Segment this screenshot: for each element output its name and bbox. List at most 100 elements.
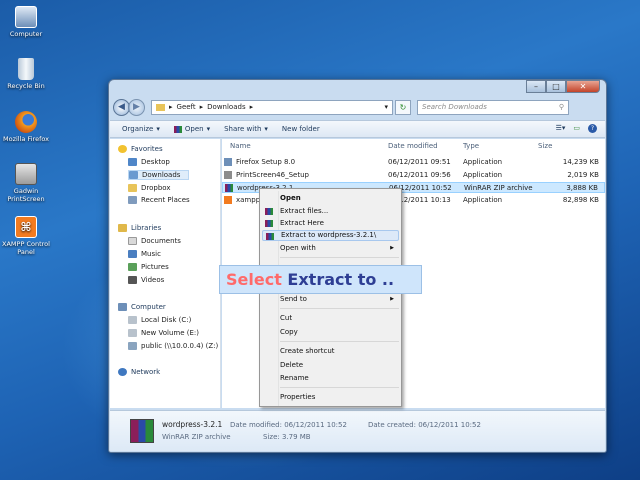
organize-button[interactable]: Organize ▾ bbox=[122, 125, 160, 133]
column-header-size[interactable]: Size bbox=[538, 142, 552, 150]
column-header-date[interactable]: Date modified bbox=[388, 142, 438, 150]
minimize-button[interactable]: – bbox=[526, 80, 546, 93]
nav-label: Network bbox=[131, 368, 161, 376]
file-name: xampp bbox=[236, 196, 261, 204]
desktop-icon-xampp[interactable]: ⌘ XAMPP Control Panel bbox=[2, 216, 50, 256]
view-options-icon[interactable]: ☰▾ bbox=[556, 124, 566, 133]
menu-item-extract-files[interactable]: Extract files... bbox=[262, 206, 399, 217]
desktop-icon-printscreen[interactable]: Gadwin PrintScreen bbox=[2, 163, 50, 203]
nav-dropbox[interactable]: Dropbox bbox=[128, 184, 171, 192]
nav-label: Videos bbox=[141, 276, 165, 284]
new-folder-button[interactable]: New folder bbox=[282, 125, 320, 133]
nav-new-volume[interactable]: New Volume (E:) bbox=[128, 329, 199, 337]
xampp-icon bbox=[224, 196, 232, 204]
file-type: WinRAR ZIP archive bbox=[464, 184, 533, 192]
file-type: Application bbox=[463, 171, 503, 179]
nav-label: Local Disk (C:) bbox=[141, 316, 192, 324]
rar-archive-icon bbox=[225, 184, 233, 192]
close-button[interactable]: ✕ bbox=[566, 80, 600, 93]
nav-label: Favorites bbox=[131, 145, 163, 153]
search-input[interactable]: Search Downloads ⚲ bbox=[417, 99, 569, 115]
desktop-icon bbox=[128, 158, 137, 166]
nav-label: public (\\10.0.0.4) (Z:) bbox=[141, 342, 219, 350]
desktop-icon-recycle-bin[interactable]: Recycle Bin bbox=[2, 58, 50, 90]
nav-favorites[interactable]: Favorites bbox=[118, 145, 163, 153]
network-drive-icon bbox=[128, 342, 137, 350]
chevron-down-icon[interactable]: ▾ bbox=[384, 103, 388, 111]
rar-icon bbox=[173, 125, 182, 133]
menu-item-copy[interactable]: Copy bbox=[262, 327, 399, 338]
details-size: Size: 3.79 MB bbox=[263, 433, 311, 441]
nav-label: Libraries bbox=[131, 224, 162, 232]
open-button[interactable]: Open ▾ bbox=[173, 125, 210, 133]
share-with-button[interactable]: Share with ▾ bbox=[224, 125, 268, 133]
downloads-icon bbox=[129, 171, 138, 179]
maximize-button[interactable]: □ bbox=[546, 80, 566, 93]
details-date-created: Date created: 06/12/2011 10:52 bbox=[368, 421, 481, 429]
nav-documents[interactable]: Documents bbox=[128, 237, 181, 245]
column-header-name[interactable]: Name bbox=[230, 142, 251, 150]
refresh-button[interactable]: ↻ bbox=[395, 99, 411, 115]
desktop-icon-label: Gadwin PrintScreen bbox=[7, 187, 45, 203]
drive-icon bbox=[128, 329, 137, 337]
file-row[interactable]: Firefox Setup 8.0 06/12/2011 09:51 Appli… bbox=[222, 157, 605, 168]
menu-item-extract-here[interactable]: Extract Here bbox=[262, 218, 399, 229]
menu-separator bbox=[280, 387, 399, 388]
menu-item-rename[interactable]: Rename bbox=[262, 373, 399, 384]
menu-label: Send to bbox=[280, 295, 307, 303]
menu-item-cut[interactable]: Cut bbox=[262, 313, 399, 324]
file-row[interactable]: PrintScreen46_Setup 06/12/2011 09:56 App… bbox=[222, 170, 605, 181]
search-icon: ⚲ bbox=[558, 103, 564, 111]
menu-item-extract-to[interactable]: Extract to wordpress-3.2.1\ bbox=[262, 230, 399, 241]
nav-music[interactable]: Music bbox=[128, 250, 161, 258]
chevron-down-icon: ▾ bbox=[264, 125, 268, 133]
menu-item-delete[interactable]: Delete bbox=[262, 360, 399, 371]
nav-videos[interactable]: Videos bbox=[128, 276, 164, 284]
address-bar[interactable]: ▸ Geeft ▸ Downloads ▸ ▾ bbox=[151, 99, 393, 115]
nav-label: Desktop bbox=[141, 158, 170, 166]
menu-item-send-to[interactable]: Send to ▶ bbox=[262, 294, 399, 305]
documents-icon bbox=[128, 237, 137, 245]
desktop-icon-computer[interactable]: Computer bbox=[2, 6, 50, 38]
nav-computer[interactable]: Computer bbox=[118, 303, 166, 311]
caption-text: Extract to .. bbox=[281, 270, 395, 289]
recent-places-icon bbox=[128, 196, 137, 204]
view-controls: ☰▾ ▭ ? bbox=[556, 124, 597, 133]
menu-item-open[interactable]: Open bbox=[262, 193, 399, 204]
nav-local-disk[interactable]: Local Disk (C:) bbox=[128, 316, 191, 324]
libraries-icon bbox=[118, 224, 127, 232]
organize-label: Organize bbox=[122, 125, 154, 133]
menu-label: Extract files... bbox=[280, 207, 329, 215]
command-bar: Organize ▾ Open ▾ Share with ▾ New folder ☰… bbox=[110, 120, 605, 138]
nav-desktop[interactable]: Desktop bbox=[128, 158, 170, 166]
nav-label: Music bbox=[141, 250, 161, 258]
open-label: Open bbox=[184, 125, 204, 133]
menu-item-create-shortcut[interactable]: Create shortcut bbox=[262, 346, 399, 357]
music-icon bbox=[128, 250, 137, 258]
nav-recent-places[interactable]: Recent Places bbox=[128, 196, 190, 204]
nav-public-share[interactable]: public (\\10.0.0.4) (Z:) bbox=[128, 342, 218, 350]
menu-item-properties[interactable]: Properties bbox=[262, 392, 399, 403]
forward-button[interactable]: ▶ bbox=[128, 98, 145, 116]
nav-downloads[interactable]: Downloads bbox=[128, 170, 190, 180]
details-filename: wordpress-3.2.1 bbox=[162, 420, 223, 429]
file-name: Firefox Setup 8.0 bbox=[236, 158, 296, 166]
preview-pane-icon[interactable]: ▭ bbox=[573, 124, 580, 133]
drive-icon bbox=[128, 316, 137, 324]
help-icon[interactable]: ? bbox=[588, 124, 597, 133]
desktop-icon-firefox[interactable]: Mozilla Firefox bbox=[2, 111, 50, 143]
menu-item-open-with[interactable]: Open with ▶ bbox=[262, 243, 399, 254]
nav-libraries[interactable]: Libraries bbox=[118, 224, 161, 232]
star-icon bbox=[118, 145, 127, 153]
column-header-type[interactable]: Type bbox=[463, 142, 479, 150]
nav-pictures[interactable]: Pictures bbox=[128, 263, 169, 271]
chevron-right-icon: ▸ bbox=[249, 103, 254, 111]
breadcrumb-item[interactable]: Geeft bbox=[177, 103, 196, 111]
nav-network[interactable]: Network bbox=[118, 368, 160, 376]
rar-icon bbox=[265, 220, 273, 227]
breadcrumb-item[interactable]: Downloads bbox=[207, 103, 245, 111]
menu-label: Rename bbox=[280, 374, 309, 382]
rar-icon bbox=[265, 208, 273, 215]
xampp-icon: ⌘ bbox=[15, 216, 37, 238]
navigation-row: ◀ ▶ ▸ Geeft ▸ Downloads ▸ ▾ ↻ Search Dow… bbox=[113, 98, 603, 116]
